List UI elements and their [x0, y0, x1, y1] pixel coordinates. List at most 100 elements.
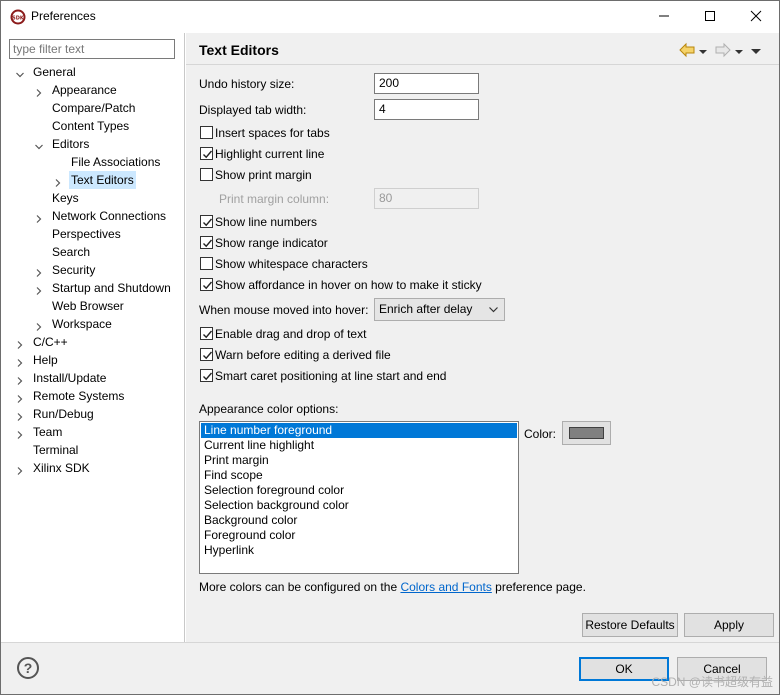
view-menu-button[interactable]	[751, 45, 761, 59]
chevron-right-icon[interactable]	[15, 337, 25, 349]
color-option-item[interactable]: Line number foreground	[201, 423, 517, 438]
tree-item-text-editors[interactable]: Text Editors	[1, 171, 185, 189]
tree-item-label: Startup and Shutdown	[52, 281, 171, 295]
chevron-right-icon[interactable]	[15, 409, 25, 421]
chevron-right-icon[interactable]	[15, 463, 25, 475]
chevron-right-icon[interactable]	[15, 373, 25, 385]
chevron-right-icon[interactable]	[15, 391, 25, 403]
chevron-right-icon[interactable]	[53, 175, 63, 187]
checkbox-label: Show range indicator	[215, 236, 328, 250]
minimize-icon	[659, 15, 669, 17]
colors-and-fonts-link[interactable]: Colors and Fonts	[400, 580, 491, 594]
color-option-item[interactable]: Selection background color	[201, 498, 517, 513]
tree-item-perspectives[interactable]: Perspectives	[1, 225, 185, 243]
color-option-item[interactable]: Foreground color	[201, 528, 517, 543]
checkbox-unchecked-icon[interactable]	[200, 257, 213, 270]
tree-item-xilinx-sdk[interactable]: Xilinx SDK	[1, 459, 185, 477]
checkbox-checked-icon[interactable]	[200, 348, 213, 361]
color-picker-button[interactable]	[562, 421, 611, 445]
tree-item-workspace[interactable]: Workspace	[1, 315, 185, 333]
more-colors-suffix: preference page.	[491, 580, 586, 594]
close-button[interactable]	[733, 1, 779, 31]
tree-item-network-connections[interactable]: Network Connections	[1, 207, 185, 225]
chevron-right-icon[interactable]	[34, 319, 44, 331]
tree-item-label: Editors	[52, 137, 90, 151]
tree-item-label: Install/Update	[33, 371, 107, 385]
preferences-navigation: General Appearance Compare/Patch Content Ty…	[1, 33, 185, 642]
tree-item-label: Help	[33, 353, 58, 367]
appearance-color-label: Appearance color options:	[199, 402, 339, 416]
back-menu-chevron[interactable]	[699, 45, 707, 59]
tree-item-content-types[interactable]: Content Types	[1, 117, 185, 135]
tree-item-general[interactable]: General	[1, 63, 185, 81]
color-option-item[interactable]: Selection foreground color	[201, 483, 517, 498]
chevron-down-icon	[489, 307, 498, 313]
checkbox-label: Warn before editing a derived file	[215, 348, 391, 362]
tree-item-file-associations[interactable]: File Associations	[1, 153, 185, 171]
hover-select[interactable]: Enrich after delay	[374, 298, 505, 321]
tab-width-input[interactable]: 4	[374, 99, 479, 120]
page-title: Text Editors	[199, 42, 279, 58]
appearance-color-list[interactable]: Line number foreground Current line highl…	[199, 421, 519, 574]
tree-item-label: Terminal	[33, 443, 79, 457]
tree-item-label: Web Browser	[52, 299, 124, 313]
tree-item-compare-patch[interactable]: Compare/Patch	[1, 99, 185, 117]
back-button[interactable]	[679, 42, 695, 61]
color-option-item[interactable]: Background color	[201, 513, 517, 528]
tree-item-run-debug[interactable]: Run/Debug	[1, 405, 185, 423]
forward-menu-chevron[interactable]	[735, 45, 743, 59]
tree-item-search[interactable]: Search	[1, 243, 185, 261]
tree-item-editors[interactable]: Editors	[1, 135, 185, 153]
chevron-right-icon[interactable]	[15, 355, 25, 367]
tree-item-keys[interactable]: Keys	[1, 189, 185, 207]
tree-item-label: Content Types	[52, 119, 130, 133]
chevron-down-icon[interactable]	[34, 139, 44, 150]
color-label: Color:	[524, 427, 557, 441]
print-margin-input[interactable]: 80	[374, 188, 479, 209]
checkbox-unchecked-icon[interactable]	[200, 126, 213, 139]
restore-defaults-button[interactable]: Restore Defaults	[582, 613, 678, 637]
checkbox-label: Show line numbers	[215, 215, 318, 229]
help-icon[interactable]: ?	[17, 657, 39, 679]
tree-item-team[interactable]: Team	[1, 423, 185, 441]
tree-item-startup-and-shutdown[interactable]: Startup and Shutdown	[1, 279, 185, 297]
apply-button[interactable]: Apply	[684, 613, 774, 637]
tree-item-label: Compare/Patch	[52, 101, 136, 115]
tree-item-terminal[interactable]: Terminal	[1, 441, 185, 459]
undo-history-input[interactable]: 200	[374, 73, 479, 94]
tree-item-label: Remote Systems	[33, 389, 125, 403]
maximize-button[interactable]	[687, 1, 733, 31]
tree-item-install-update[interactable]: Install/Update	[1, 369, 185, 387]
chevron-right-icon[interactable]	[34, 265, 44, 277]
tree-item-remote-systems[interactable]: Remote Systems	[1, 387, 185, 405]
minimize-button[interactable]	[641, 1, 687, 31]
tree-item-label: Xilinx SDK	[33, 461, 90, 475]
checkbox-unchecked-icon[interactable]	[200, 168, 213, 181]
checkbox-checked-icon[interactable]	[200, 147, 213, 160]
chevron-right-icon[interactable]	[34, 85, 44, 97]
tab-width-label: Displayed tab width:	[199, 103, 307, 117]
chevron-right-icon[interactable]	[34, 283, 44, 295]
checkbox-checked-icon[interactable]	[200, 369, 213, 382]
tree-item-help[interactable]: Help	[1, 351, 185, 369]
color-option-item[interactable]: Hyperlink	[201, 543, 517, 558]
tree-item-security[interactable]: Security	[1, 261, 185, 279]
checkbox-checked-icon[interactable]	[200, 236, 213, 249]
tree-item-appearance[interactable]: Appearance	[1, 81, 185, 99]
filter-input[interactable]	[9, 39, 175, 59]
checkbox-checked-icon[interactable]	[200, 278, 213, 291]
forward-button[interactable]	[715, 42, 731, 61]
chevron-down-icon[interactable]	[15, 67, 25, 78]
tree-item-c-c-[interactable]: C/C++	[1, 333, 185, 351]
chevron-right-icon[interactable]	[15, 427, 25, 439]
color-option-item[interactable]: Current line highlight	[201, 438, 517, 453]
checkbox-checked-icon[interactable]	[200, 215, 213, 228]
tree-item-label: C/C++	[33, 335, 68, 349]
window-title: Preferences	[31, 9, 96, 23]
checkbox-checked-icon[interactable]	[200, 327, 213, 340]
chevron-right-icon[interactable]	[34, 211, 44, 223]
color-option-item[interactable]: Print margin	[201, 453, 517, 468]
color-option-item[interactable]: Find scope	[201, 468, 517, 483]
dialog-footer: ? OK Cancel CSDN @读书超级有益	[1, 642, 779, 694]
tree-item-web-browser[interactable]: Web Browser	[1, 297, 185, 315]
